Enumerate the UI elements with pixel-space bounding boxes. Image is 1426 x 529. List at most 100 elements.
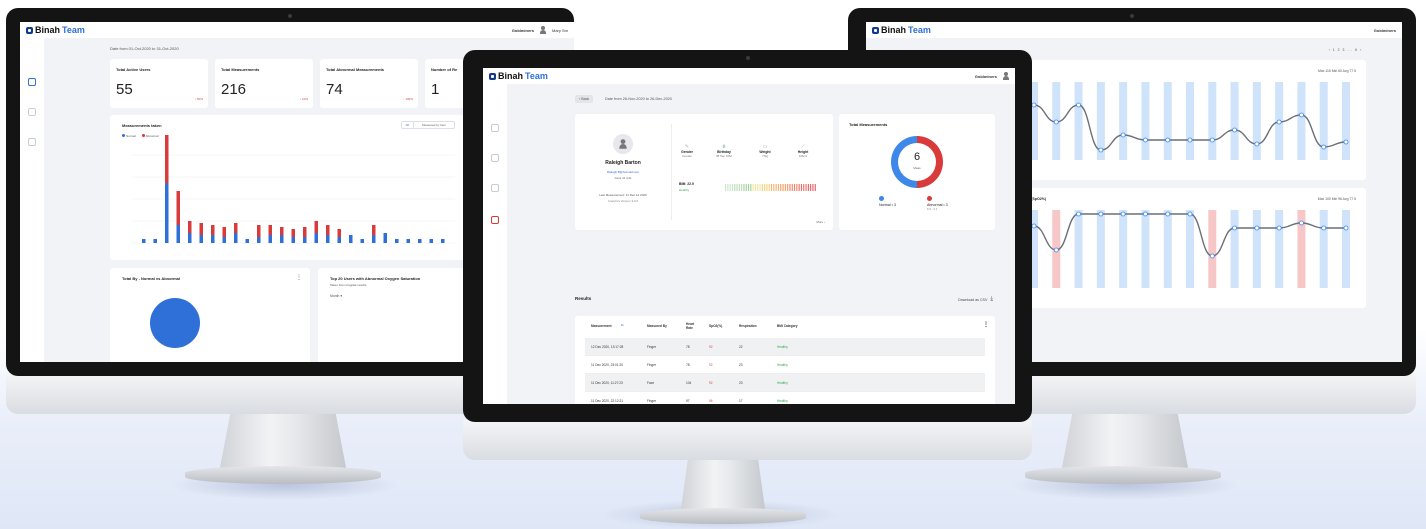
center-user-area[interactable]: Goldminers (975, 72, 1009, 80)
bar-normal (188, 233, 192, 243)
bar-normal (142, 239, 146, 243)
column-band (1208, 82, 1217, 160)
data-point (1053, 119, 1059, 125)
download-csv-button[interactable]: Download as CSV ⤓ (958, 296, 993, 303)
table-row[interactable]: 11 Dec 2020, 11:27:23 Face 104 92 23 Healthy (585, 374, 985, 392)
data-point (1232, 225, 1237, 231)
stat-change: ↓ 50% (194, 97, 203, 101)
bar-abnormal (234, 223, 238, 233)
table-row[interactable]: 12 Dec 2020, 13:17:28 Finger 78 92 22 Healthy (585, 338, 985, 356)
bar-normal (222, 237, 226, 243)
data-point (1120, 132, 1126, 138)
binah-logo-icon (489, 72, 496, 80)
weight-field: ▭ Weight 77kg (751, 144, 779, 158)
stat-value: 216 (221, 81, 247, 98)
data-point (1321, 144, 1327, 150)
logo-word1: Binah (498, 71, 524, 81)
table-cell: Healthy (777, 380, 788, 385)
total-by-card: Total By - Normal vs Abnormal ⋮ (110, 268, 310, 362)
binah-logo-icon (872, 26, 879, 34)
bar-normal (372, 235, 376, 243)
bar-normal (153, 239, 157, 243)
bmi-tick (757, 184, 759, 191)
donut-count: 6 (913, 151, 921, 163)
alerts-icon[interactable] (491, 216, 499, 224)
table-cell: 23 (739, 380, 743, 385)
column-band (1141, 82, 1150, 160)
left-monitor-base (185, 466, 381, 484)
column-band (1186, 210, 1194, 288)
column-band (1230, 210, 1239, 288)
bmi-tick (794, 184, 796, 191)
bar-normal (395, 239, 399, 243)
left-user-area[interactable]: Goldminers Mary Sm (512, 26, 568, 34)
groups-icon[interactable] (491, 184, 499, 192)
bmi-tick (777, 184, 779, 191)
center-camera (745, 56, 750, 60)
table-row[interactable]: 11 Dec 2020, 22:12:21 Finger 97 96 17 Healthy (585, 392, 985, 404)
bar-abnormal (199, 223, 203, 235)
groups-icon[interactable] (28, 138, 36, 146)
bmi-tick (780, 184, 782, 191)
column-band (1252, 82, 1261, 160)
date-range[interactable]: Date from 01-Oct-2020 to 31-Oct-2020 (110, 46, 179, 51)
data-point (1254, 225, 1260, 231)
more-icon[interactable]: ⋮ (296, 274, 302, 281)
profile-name: Raleigh Barton (605, 160, 641, 166)
users-icon[interactable] (491, 154, 499, 162)
profile-email[interactable]: Raleigh.B@hotmail.com (575, 170, 671, 174)
table-cell: Face (647, 380, 655, 385)
table-more-icon[interactable]: ⋮ (983, 321, 989, 328)
pagination[interactable]: ‹ 1 2 3 ... 6 › (1329, 48, 1362, 52)
right-user-area[interactable]: Goldminers (1374, 28, 1396, 33)
table-cell: Finger (647, 362, 657, 367)
card-title: Total By - Normal vs Abnormal (122, 276, 181, 281)
header-spo2[interactable]: SpO2(%) (709, 324, 722, 328)
sort-icon[interactable]: ●↓ (621, 323, 625, 327)
header-measurement[interactable]: Measurement (591, 324, 612, 328)
card-title: Total Measurements (849, 122, 888, 127)
back-button[interactable]: ‹ Back (575, 95, 594, 103)
bmi-tick (754, 184, 756, 191)
bar-abnormal (165, 135, 169, 183)
stat-change: ↓ 10% (299, 97, 308, 101)
table-cell: 17 (739, 398, 743, 403)
table-cell: 12 Dec 2020, 13:17:28 (591, 344, 624, 349)
month-filter[interactable]: Month ▾ (330, 294, 342, 298)
logo-word2: Team (525, 71, 548, 81)
data-point (1120, 211, 1126, 217)
dashboard-icon[interactable] (491, 124, 499, 132)
table-cell: 92 (709, 362, 713, 367)
table-row[interactable]: 11 Dec 2020, 23:01:20 Finger 78 92 23 Healthy (585, 356, 985, 374)
bmi-tick (725, 184, 727, 191)
column-band (1230, 82, 1239, 160)
column-band (1163, 82, 1172, 160)
header-respiration[interactable]: Respiration (739, 324, 757, 328)
bar-abnormal (188, 221, 192, 233)
table-cell: 11 Dec 2020, 11:27:23 (591, 380, 623, 385)
data-point (1276, 119, 1282, 125)
donut-preview (150, 298, 200, 348)
data-point (1098, 147, 1104, 153)
bar-normal (383, 233, 387, 243)
bmi-scale (725, 184, 816, 191)
measurements-donut: 6 Meas (891, 136, 943, 188)
table-cell: 22 (739, 344, 743, 349)
header-measured-by[interactable]: Measured By (647, 324, 667, 328)
logo-word1: Binah (881, 25, 907, 35)
stat-label: Total Abnormal Measurements (326, 67, 385, 72)
center-screen: Binah Team Goldminers ‹ Back Date from 26… (483, 68, 1015, 404)
donut-count-label: Meas (913, 166, 921, 170)
header-bmi-category[interactable]: BMI Category (777, 324, 798, 328)
users-icon[interactable] (28, 108, 36, 116)
header-heart-rate[interactable]: Heart Rate (686, 322, 700, 330)
dashboard-icon[interactable] (28, 78, 36, 86)
results-table: Measurement ●↓ Measured By Heart Rate Sp… (575, 316, 995, 404)
bmi-tick (750, 184, 752, 191)
stat-card-active-users: Total Active Users 55 ↓ 50% (110, 59, 208, 108)
more-link[interactable]: More › (816, 220, 825, 224)
date-range[interactable]: Date from 26-Nov-2020 to 26-Dec-2020 (605, 97, 672, 101)
bmi-tick (761, 184, 763, 191)
table-cell: 23 (739, 362, 743, 367)
bmi-tick (727, 184, 729, 191)
